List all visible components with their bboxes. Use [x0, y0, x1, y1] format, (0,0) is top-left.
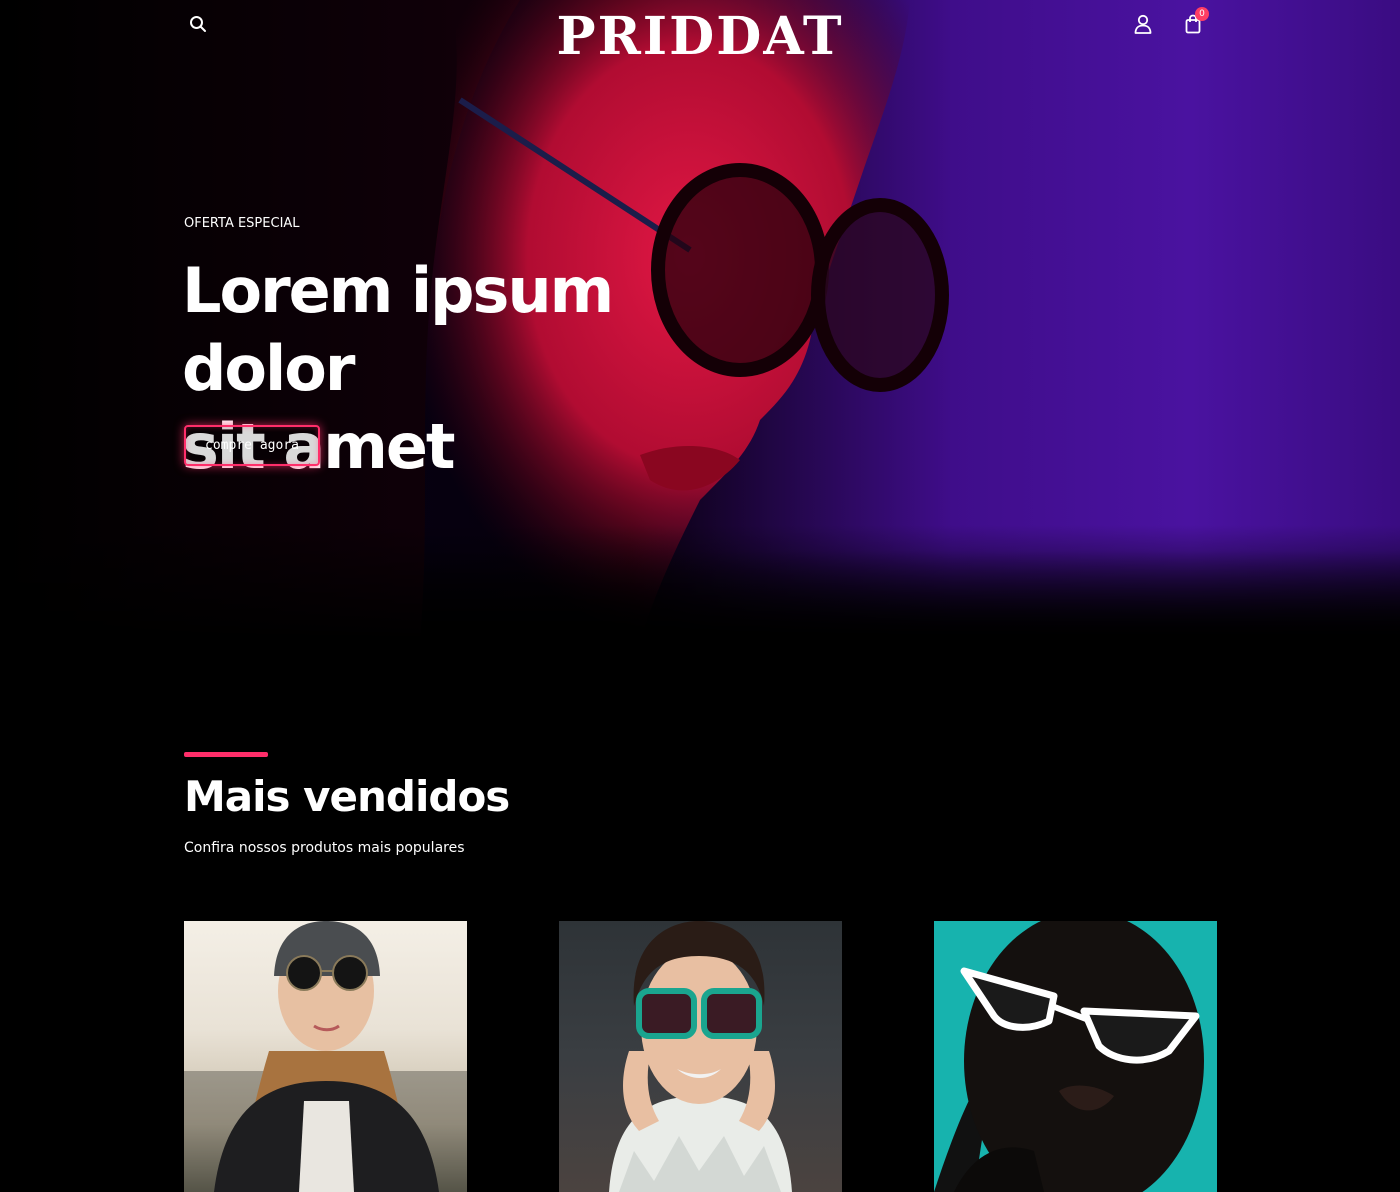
- hero-eyebrow: OFERTA ESPECIAL: [184, 216, 300, 231]
- product-image-beanie-model: [184, 921, 467, 1192]
- product-card-2[interactable]: [559, 921, 842, 1192]
- hero-banner: PRIDDAT 0 OFERTA ESPECIAL Lorem ipsum do…: [0, 0, 1400, 640]
- product-card-1[interactable]: [184, 921, 467, 1192]
- section-subtitle: Confira nossos produtos mais populares: [184, 840, 465, 856]
- section-accent-bar: [184, 752, 268, 757]
- shop-now-button[interactable]: compre agora: [184, 425, 320, 466]
- product-card-3[interactable]: [934, 921, 1217, 1192]
- hero-title-line-1: Lorem ipsum dolor: [182, 254, 614, 405]
- account-button[interactable]: [1128, 9, 1158, 39]
- top-navigation: PRIDDAT 0: [0, 0, 1400, 67]
- product-image-cat-eye-glasses-model: [934, 921, 1204, 1192]
- cart-count-badge: 0: [1195, 7, 1209, 21]
- page: PRIDDAT 0 OFERTA ESPECIAL Lorem ipsum do…: [0, 0, 1400, 1192]
- section-title: Mais vendidos: [184, 772, 510, 821]
- cart-button[interactable]: 0: [1178, 7, 1209, 39]
- user-icon: [1134, 14, 1152, 34]
- product-image-green-glasses-model: [609, 921, 792, 1192]
